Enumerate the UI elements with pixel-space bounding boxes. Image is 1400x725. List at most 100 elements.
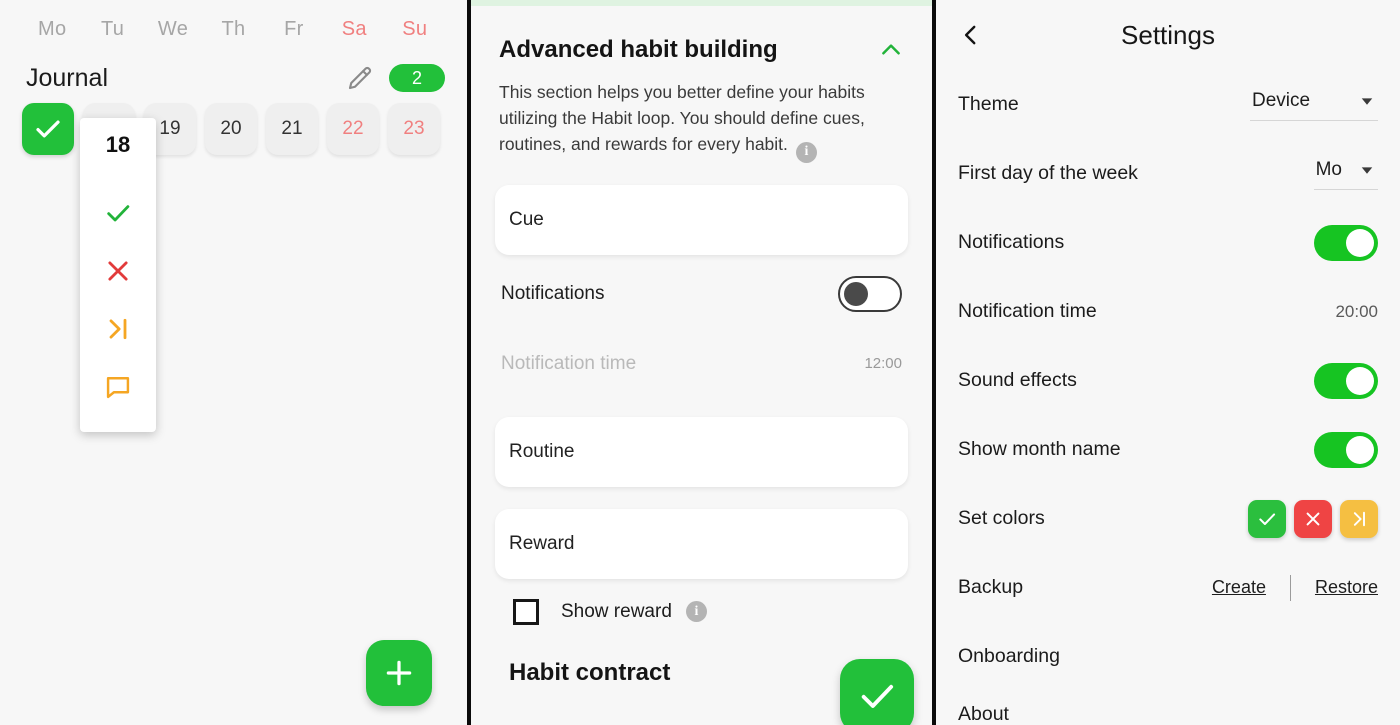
check-icon — [36, 120, 60, 138]
backup-restore-link[interactable]: Restore — [1315, 577, 1378, 598]
day-cell-completed[interactable] — [22, 103, 74, 155]
routine-input[interactable]: Routine — [495, 416, 908, 487]
notification-time-value: 12:00 — [864, 355, 902, 373]
notifications-toggle[interactable] — [838, 275, 902, 312]
onboarding-label: Onboarding — [958, 645, 1060, 667]
toggle-knob — [1346, 366, 1374, 395]
weekday-fr: Fr — [284, 18, 304, 40]
page-title: Settings — [1121, 19, 1215, 50]
settings-header: Settings — [936, 0, 1400, 70]
advanced-section-title: Advanced habit building — [499, 36, 778, 63]
weekday-th: Th — [221, 18, 246, 40]
comment-icon — [106, 377, 130, 399]
check-icon — [1259, 512, 1276, 525]
notification-time-row[interactable]: Notification time 12:00 — [495, 333, 908, 395]
day-cell-23[interactable]: 23 — [388, 103, 440, 155]
chevron-down-icon — [1358, 161, 1376, 179]
notifications-label: Notifications — [958, 231, 1065, 253]
show-reward-row: Show reward i — [495, 598, 908, 625]
toggle-knob — [1346, 435, 1374, 464]
popup-item-mark-complete[interactable] — [80, 184, 156, 242]
weekday-header-row: Mo Tu We Th Fr Sa Su — [0, 0, 467, 41]
first-day-value: Mo — [1315, 159, 1342, 180]
reward-input[interactable]: Reward — [495, 508, 908, 579]
day-cell-20[interactable]: 20 — [205, 103, 257, 155]
popup-day-number: 18 — [105, 132, 131, 157]
settings-row-notification-time[interactable]: Notification time 20:00 — [936, 277, 1400, 346]
settings-row-set-colors: Set colors — [936, 484, 1400, 553]
show-month-name-label: Show month name — [958, 438, 1121, 460]
weekday-we: We — [157, 18, 189, 40]
weekday-su: Su — [402, 18, 428, 40]
notifications-label: Notifications — [501, 282, 605, 304]
habits-panel: Mo Tu We Th Fr Sa Su Journal 2 18 — [0, 0, 467, 725]
habit-name-journal[interactable]: Journal — [26, 64, 108, 93]
habit-edit-panel: Advanced habit building This section hel… — [471, 0, 932, 725]
notifications-row: Notifications — [495, 263, 908, 325]
skip-icon — [109, 318, 127, 340]
cross-icon — [108, 261, 128, 281]
cue-input[interactable]: Cue — [495, 184, 908, 255]
show-month-name-toggle[interactable] — [1314, 431, 1378, 468]
sound-effects-label: Sound effects — [958, 369, 1077, 391]
settings-row-onboarding[interactable]: Onboarding — [936, 622, 1400, 691]
theme-value: Device — [1252, 90, 1311, 111]
toggle-knob — [1346, 228, 1374, 257]
info-icon[interactable]: i — [685, 601, 707, 623]
color-chip-complete[interactable] — [1248, 499, 1286, 538]
first-day-label: First day of the week — [958, 162, 1138, 184]
set-colors-label: Set colors — [958, 507, 1045, 529]
chevron-up-icon[interactable] — [878, 37, 904, 63]
cross-icon — [1306, 512, 1320, 525]
settings-panel: Settings Theme Device First day of the w… — [936, 0, 1400, 725]
popup-item-mark-failed[interactable] — [80, 242, 156, 300]
popup-item-mark-skipped[interactable] — [80, 300, 156, 358]
day-strip: 18 19 20 21 22 23 — [0, 93, 467, 155]
advanced-section-description: This section helps you better define you… — [495, 80, 908, 163]
habit-header-journal: Journal 2 — [0, 41, 467, 93]
theme-label: Theme — [958, 93, 1019, 115]
backup-actions: Create Restore — [1212, 574, 1378, 601]
notification-time-label: Notification time — [501, 352, 637, 374]
toggle-knob — [844, 281, 868, 306]
app-screenshot: Mo Tu We Th Fr Sa Su Journal 2 18 — [0, 0, 1400, 725]
save-habit-fab[interactable] — [840, 659, 914, 725]
popup-item-add-note[interactable] — [80, 358, 156, 416]
theme-select[interactable]: Device — [1250, 88, 1378, 121]
pencil-icon[interactable] — [345, 63, 375, 93]
settings-row-first-day: First day of the week Mo — [936, 139, 1400, 208]
show-reward-label: Show reward — [561, 600, 672, 622]
skip-icon — [1353, 511, 1365, 526]
check-icon — [107, 205, 130, 222]
info-icon[interactable]: i — [795, 141, 817, 163]
weekday-tu: Tu — [101, 18, 125, 40]
backup-label: Backup — [958, 576, 1024, 598]
day-cell-21[interactable]: 21 — [266, 103, 318, 155]
add-habit-fab[interactable] — [366, 640, 432, 706]
settings-row-sound-effects: Sound effects — [936, 346, 1400, 415]
backup-separator — [1289, 574, 1291, 601]
show-reward-checkbox[interactable] — [513, 598, 539, 625]
color-chip-failed[interactable] — [1294, 499, 1332, 538]
chevron-down-icon — [1358, 92, 1376, 110]
weekday-mo: Mo — [38, 18, 67, 40]
notification-time-label: Notification time — [958, 300, 1097, 322]
settings-row-about[interactable]: About — [936, 691, 1400, 725]
settings-row-show-month-name: Show month name — [936, 415, 1400, 484]
weekday-sa: Sa — [341, 18, 367, 40]
notifications-toggle[interactable] — [1314, 224, 1378, 261]
chevron-left-icon[interactable] — [958, 22, 984, 48]
backup-create-link[interactable]: Create — [1212, 577, 1266, 598]
day-status-popup-menu: 18 — [80, 118, 156, 432]
habit-edit-body: Advanced habit building This section hel… — [471, 6, 932, 725]
notification-time-value: 20:00 — [1335, 301, 1378, 321]
color-chip-skipped[interactable] — [1340, 499, 1378, 538]
plus-icon — [386, 660, 412, 686]
sound-effects-toggle[interactable] — [1314, 362, 1378, 399]
check-icon — [861, 684, 894, 708]
settings-row-backup: Backup Create Restore — [936, 553, 1400, 622]
first-day-select[interactable]: Mo — [1313, 157, 1378, 190]
day-cell-22[interactable]: 22 — [327, 103, 379, 155]
habit-count-badge[interactable]: 2 — [389, 64, 445, 92]
advanced-section-header[interactable]: Advanced habit building — [495, 6, 908, 64]
